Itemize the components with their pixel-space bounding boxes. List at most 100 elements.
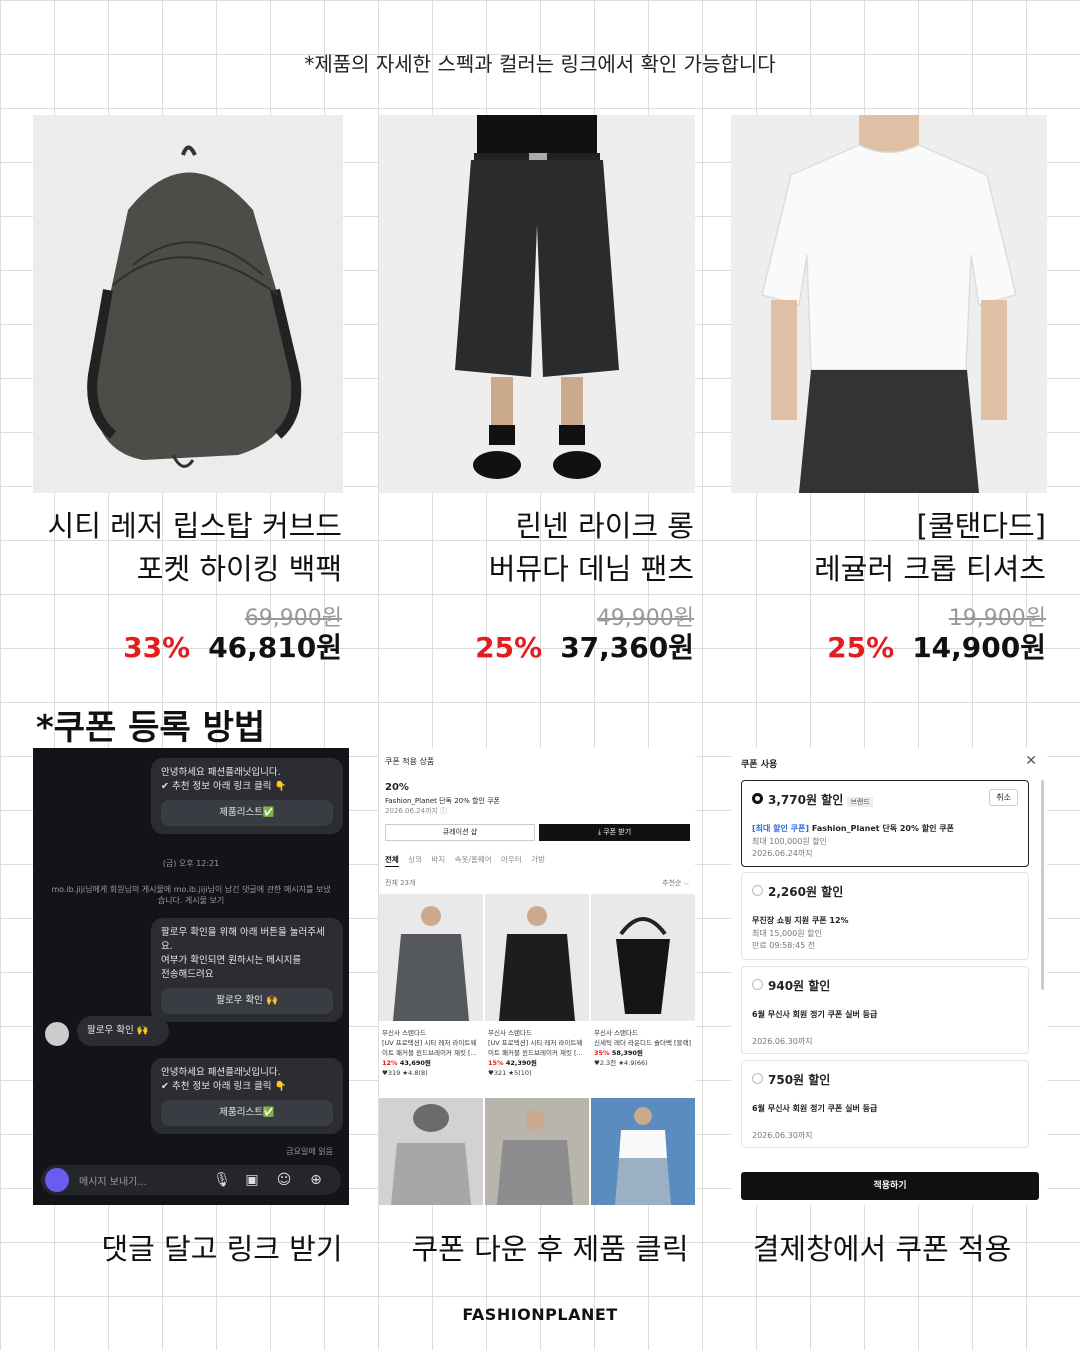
apply-coupon-button[interactable]: 적용하기: [741, 1172, 1039, 1200]
coupon-2-line2: 최대 15,000원 할인: [752, 929, 822, 938]
coupon-4-line3: 2026.06.30까지: [752, 1131, 813, 1140]
product-info-2-discount: 15%: [488, 1059, 504, 1067]
product-1-price-line: 33% 46,810원: [12, 626, 342, 666]
coupon-1-tag: 브랜드: [847, 797, 873, 807]
chat-reply: 팔로우 확인 🙌: [77, 1016, 169, 1046]
product-1-discount: 33%: [123, 631, 191, 664]
coupon-card-3[interactable]: 940원 할인 6월 무신사 회원 정기 쿠폰 실버 등급 2026.06.30…: [741, 966, 1029, 1054]
microphone-icon[interactable]: 🎙: [213, 1171, 231, 1189]
coupon-4-line1: 6월 무신사 회원 정기 쿠폰 실버 등급: [752, 1104, 878, 1113]
product-info-2: 무신사 스탠다드 [UV 프로텍션] 시티 레저 라이트웨 이트 패커블 윈드브…: [488, 1028, 592, 1078]
chat-message-3-line1: 안녕하세요 패션플래닛입니다.: [161, 1067, 281, 1078]
coupon-download-button[interactable]: ⤓ 쿠폰 받기: [539, 824, 690, 841]
product-thumb-4[interactable]: [379, 1098, 483, 1205]
product-info-1-title1: [UV 프로텍션] 시티 레저 라이트웨: [382, 1039, 477, 1047]
coupon-card-1[interactable]: 3,770원 할인 브랜드 취소 [최대 할인 쿠폰] Fashion_Plan…: [741, 780, 1029, 867]
product-info-3: 무신사 스탠다드 신세틱 레더 라운디드 숄더백 [블랙] 35% 58,390…: [594, 1028, 695, 1068]
coupon-section-title: *쿠폰 등록 방법: [36, 708, 266, 748]
product-3-name-line1: [쿨탠다드]: [916, 509, 1046, 543]
coupon-2-radio[interactable]: [752, 885, 763, 896]
product-2-name: 린넨 라이크 롱 버뮤다 데님 팬츠: [364, 505, 694, 591]
product-thumb-5[interactable]: [485, 1098, 589, 1205]
avatar: [45, 1022, 69, 1046]
chat-message-2-line1: 팔로우 확인을 위해 아래 버튼을 눌러주세요.: [161, 927, 325, 952]
coupon-expiry: 2026.06.24까지 ⓘ: [385, 807, 448, 815]
caption-step-1: 댓글 달고 링크 받기: [101, 1232, 343, 1266]
coupon-2-line3: 만료 09:58:45 전: [752, 941, 816, 950]
product-1-name-line1: 시티 레저 립스탑 커브드: [47, 509, 342, 543]
product-thumb-3[interactable]: [591, 894, 695, 1021]
coupon-card-2[interactable]: 2,260원 할인 무진장 쇼핑 지원 쿠폰 12% 최대 15,000원 할인…: [741, 872, 1029, 960]
sticker-icon[interactable]: ☺: [275, 1171, 293, 1189]
chat-message-3: 안녕하세요 패션플래닛입니다. ✔ 추천 정보 아래 링크 클릭 👇 제품리스트…: [151, 1058, 343, 1134]
camera-icon[interactable]: [45, 1168, 69, 1192]
caption-step-2: 쿠폰 다운 후 제품 클릭: [411, 1232, 689, 1266]
chat-notice-line2[interactable]: 습니다. 게시물 보기: [33, 895, 349, 906]
chat-message-2-line3: 전송해드려요: [161, 969, 214, 980]
coupon-1-name: Fashion_Planet 단독 20% 할인 쿠폰: [809, 824, 955, 833]
coupon-apply-title: 쿠폰 사용: [741, 760, 778, 770]
chat-message-1-line1: 안녕하세요 패션플래닛입니다.: [161, 767, 281, 778]
product-info-2-title2: 이트 패커블 윈드브레이커 재킷 [...: [488, 1049, 583, 1057]
coupon-3-line3: 2026.06.30까지: [752, 1037, 813, 1046]
product-thumb-1[interactable]: [379, 894, 483, 1021]
coupon-1-cancel-button[interactable]: 취소: [989, 789, 1018, 806]
category-tabs: 전체 상의 바지 속옷/홈웨어 아우터 가방: [385, 854, 552, 867]
spec-notice: *제품의 자세한 스펙과 컬러는 링크에서 확인 가능합니다: [304, 52, 776, 76]
product-info-1: 무신사 스탠다드 [UV 프로텍션] 시티 레저 라이트웨 이트 패커블 윈드브…: [382, 1028, 486, 1078]
scrollbar[interactable]: [1041, 780, 1044, 990]
coupon-card-4[interactable]: 750원 할인 6월 무신사 회원 정기 쿠폰 실버 등급 2026.06.30…: [741, 1060, 1029, 1148]
chat-message-1-line2: ✔ 추천 정보 아래 링크 클릭 👇: [161, 781, 287, 792]
plus-icon[interactable]: ⊕: [307, 1171, 325, 1189]
product-2-price-line: 25% 37,360원: [364, 626, 694, 666]
denim-shorts-image: [379, 115, 695, 493]
product-list-button-1[interactable]: 제품리스트✅: [161, 800, 333, 826]
coupon-1-amount: 3,770원 할인 브랜드: [768, 791, 873, 808]
product-thumb-2[interactable]: [485, 894, 589, 1021]
chat-message-3-line2: ✔ 추천 정보 아래 링크 클릭 👇: [161, 1081, 287, 1092]
message-composer[interactable]: 메시지 보내기... 🎙 ▣ ☺ ⊕: [41, 1165, 341, 1195]
item-count: 전체 23개: [385, 879, 416, 887]
backpack-image: [33, 115, 343, 493]
tab-bags[interactable]: 가방: [531, 855, 545, 864]
chat-notice-line1: mo.ib.jiji님에게 회원님의 게시물에 mo.ib.jiji님이 남긴 …: [51, 885, 331, 894]
product-2-name-line2: 버뮤다 데님 팬츠: [488, 552, 694, 586]
product-3-name-line2: 레귤러 크롭 티셔츠: [814, 552, 1046, 586]
tab-all[interactable]: 전체: [385, 855, 399, 867]
curation-shop-button[interactable]: 큐레이션 샵: [385, 824, 535, 841]
product-2-discount: 25%: [475, 631, 543, 664]
follow-check-button[interactable]: 팔로우 확인 🙌: [161, 988, 333, 1014]
coupon-2-line1: 무진장 쇼핑 지원 쿠폰 12%: [752, 916, 849, 925]
coupon-2-amount: 2,260원 할인: [768, 885, 844, 899]
product-2-price: 37,360원: [560, 631, 694, 664]
coupon-name: Fashion_Planet 단독 20% 할인 쿠폰: [385, 797, 500, 805]
close-icon[interactable]: ✕: [1025, 753, 1037, 769]
message-input[interactable]: 메시지 보내기...: [79, 1173, 147, 1188]
coupon-3-radio[interactable]: [752, 979, 763, 990]
product-info-3-price: 58,390원: [611, 1049, 643, 1057]
image-icon[interactable]: ▣: [243, 1171, 261, 1189]
sort-dropdown[interactable]: 추천순 ⌵: [662, 878, 689, 888]
product-info-3-title1: 신세틱 레더 라운디드 숄더백 [블랙]: [594, 1039, 692, 1047]
chat-screenshot: 안녕하세요 패션플래닛입니다. ✔ 추천 정보 아래 링크 클릭 👇 제품리스트…: [33, 748, 349, 1205]
tshirt-photo[interactable]: [731, 115, 1047, 493]
coupon-rate: 20%: [385, 782, 409, 793]
product-list-button-2[interactable]: 제품리스트✅: [161, 1100, 333, 1126]
tab-tops[interactable]: 상의: [408, 855, 422, 864]
coupon-products-screenshot: 쿠폰 적용 상품 20% Fashion_Planet 단독 20% 할인 쿠폰…: [379, 748, 695, 1205]
tab-pants[interactable]: 바지: [431, 855, 445, 864]
coupon-1-radio[interactable]: [752, 793, 763, 804]
coupon-4-radio[interactable]: [752, 1073, 763, 1084]
product-info-2-price: 42,390원: [505, 1059, 537, 1067]
product-thumb-6[interactable]: [591, 1098, 695, 1205]
tab-outer[interactable]: 아우터: [501, 855, 522, 864]
product-info-1-title2: 이트 패커블 윈드브레이커 재킷 [...: [382, 1049, 477, 1057]
denim-shorts-photo[interactable]: [379, 115, 695, 493]
product-info-3-discount: 35%: [594, 1049, 610, 1057]
coupon-products-header: 쿠폰 적용 상품: [385, 757, 435, 766]
product-2-name-line1: 린넨 라이크 롱: [515, 509, 694, 543]
backpack-photo[interactable]: [33, 115, 343, 493]
tab-underwear[interactable]: 속옷/홈웨어: [455, 855, 492, 864]
product-1-name-line2: 포켓 하이킹 백팩: [136, 552, 342, 586]
coupon-1-line1: [최대 할인 쿠폰] Fashion_Planet 단독 20% 할인 쿠폰: [752, 823, 954, 834]
